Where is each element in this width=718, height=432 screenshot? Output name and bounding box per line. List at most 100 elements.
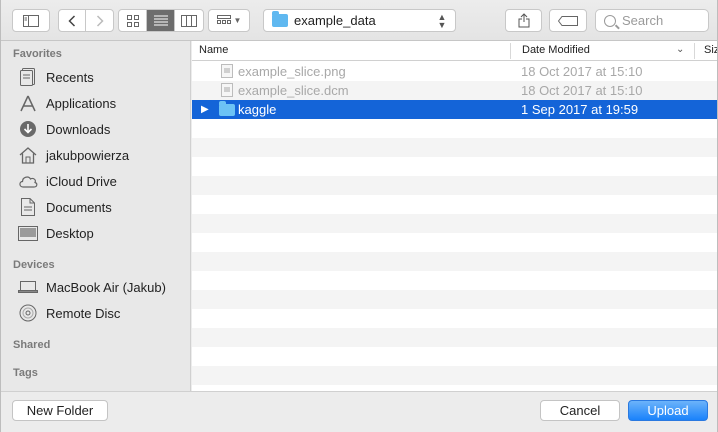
- empty-row: [192, 176, 717, 195]
- file-name: example_slice.dcm: [238, 83, 349, 98]
- sidebar-toggle-button[interactable]: [12, 9, 50, 32]
- empty-row: [192, 195, 717, 214]
- sidebar-item-label: jakubpowierza: [46, 147, 130, 163]
- folder-icon: [272, 11, 288, 27]
- back-forward-control: [58, 9, 114, 32]
- file-date: 1 Sep 2017 at 19:59: [521, 102, 639, 117]
- column-header-date-modified[interactable]: Date Modified: [522, 44, 590, 56]
- file-list: Name Date Modified ⌄ Siz example_slice.p…: [192, 41, 717, 391]
- desktop-icon: [18, 224, 38, 242]
- search-icon: [604, 14, 616, 27]
- empty-row: [192, 119, 717, 138]
- disclosure-triangle-icon[interactable]: ▶: [201, 104, 209, 115]
- sidebar-item-label: Applications: [46, 95, 117, 111]
- column-divider[interactable]: [694, 43, 695, 59]
- table-row[interactable]: ▶ kaggle 1 Sep 2017 at 19:59: [192, 100, 717, 119]
- disc-icon: [18, 304, 38, 322]
- sidebar-item-label: Desktop: [46, 225, 94, 241]
- empty-row: [192, 347, 717, 366]
- sidebar-item-label: Documents: [46, 199, 112, 215]
- sidebar-toggle-icon: [23, 14, 39, 27]
- sidebar-item-label: iCloud Drive: [46, 173, 117, 189]
- list-header: Name Date Modified ⌄ Siz: [192, 41, 717, 61]
- recents-icon: [18, 68, 38, 86]
- cloud-icon: [18, 172, 38, 190]
- sidebar-item-home[interactable]: jakubpowierza: [18, 145, 129, 165]
- file-date: 18 Oct 2017 at 15:10: [521, 64, 643, 79]
- table-row: example_slice.png 18 Oct 2017 at 15:10: [192, 62, 717, 81]
- favorites-heading: Favorites: [13, 48, 62, 60]
- updown-chevron-icon: ▲ ▼: [437, 11, 447, 30]
- sidebar-item-remote-disc[interactable]: Remote Disc: [18, 303, 120, 323]
- sidebar-item-label: Downloads: [46, 121, 111, 137]
- empty-row: [192, 214, 717, 233]
- sidebar-item-icloud-drive[interactable]: iCloud Drive: [18, 171, 117, 191]
- search-placeholder: Search: [622, 13, 664, 28]
- new-folder-button[interactable]: New Folder: [12, 400, 108, 421]
- search-field[interactable]: Search: [595, 9, 709, 32]
- view-mode-control: [118, 9, 204, 32]
- empty-row: [192, 290, 717, 309]
- applications-icon: [18, 94, 38, 112]
- share-icon: [518, 13, 529, 28]
- column-view-button[interactable]: [175, 10, 203, 31]
- list-view-icon: [153, 15, 168, 26]
- forward-icon: [96, 14, 104, 27]
- column-header-name[interactable]: Name: [199, 44, 228, 56]
- document-file-icon: [221, 83, 233, 97]
- back-button[interactable]: [59, 10, 86, 31]
- location-popup[interactable]: example_data ▲ ▼: [263, 9, 456, 32]
- documents-icon: [18, 198, 38, 216]
- sidebar-item-recents[interactable]: Recents: [18, 67, 94, 87]
- sidebar-item-macbook-air[interactable]: MacBook Air (Jakub): [18, 277, 166, 297]
- file-name: example_slice.png: [238, 64, 346, 79]
- sidebar-item-applications[interactable]: Applications: [18, 93, 116, 113]
- sidebar-item-desktop[interactable]: Desktop: [18, 223, 94, 243]
- sidebar: Favorites Recents Applications Downloads…: [1, 41, 191, 391]
- empty-row: [192, 157, 717, 176]
- empty-row: [192, 328, 717, 347]
- sidebar-item-downloads[interactable]: Downloads: [18, 119, 110, 139]
- chevron-down-icon: ▼: [233, 16, 242, 25]
- folder-icon: [219, 101, 235, 116]
- empty-row: [192, 138, 717, 157]
- devices-heading: Devices: [13, 259, 55, 271]
- back-icon: [68, 14, 76, 27]
- icon-view-button[interactable]: [119, 10, 147, 31]
- sidebar-item-label: Remote Disc: [46, 305, 121, 321]
- image-file-icon: [221, 64, 233, 78]
- icon-view-icon: [126, 14, 139, 27]
- location-label: example_data: [294, 13, 376, 28]
- list-view-button[interactable]: [147, 10, 175, 31]
- column-view-icon: [181, 14, 197, 27]
- cancel-button[interactable]: Cancel: [540, 400, 620, 421]
- arrange-icon: [216, 14, 231, 24]
- downloads-icon: [18, 120, 38, 138]
- empty-row: [192, 271, 717, 290]
- shared-heading: Shared: [13, 339, 51, 351]
- laptop-icon: [18, 278, 38, 296]
- table-row: example_slice.dcm 18 Oct 2017 at 15:10: [192, 81, 717, 100]
- empty-row: [192, 366, 717, 385]
- bottom-bar: New Folder Cancel Upload: [1, 391, 717, 432]
- empty-row: [192, 233, 717, 252]
- toolbar: ▼ example_data ▲ ▼ Search: [1, 0, 717, 41]
- empty-row: [192, 309, 717, 328]
- sidebar-item-documents[interactable]: Documents: [18, 197, 112, 217]
- column-divider[interactable]: [510, 43, 511, 59]
- tag-button[interactable]: [549, 9, 587, 32]
- sidebar-item-label: Recents: [46, 69, 94, 85]
- home-icon: [18, 146, 38, 164]
- arrange-button[interactable]: ▼: [208, 9, 250, 32]
- upload-button[interactable]: Upload: [628, 400, 708, 421]
- column-header-size[interactable]: Siz: [704, 44, 717, 56]
- forward-button[interactable]: [86, 10, 113, 31]
- sort-chevron-icon: ⌄: [676, 44, 685, 55]
- file-name: kaggle: [238, 102, 277, 117]
- file-upload-dialog: ▼ example_data ▲ ▼ Search Favorites Recen…: [0, 0, 718, 432]
- empty-row: [192, 252, 717, 271]
- share-button[interactable]: [505, 9, 542, 32]
- sidebar-item-label: MacBook Air (Jakub): [46, 279, 166, 295]
- file-rows: example_slice.png 18 Oct 2017 at 15:10 e…: [192, 62, 717, 385]
- tags-heading: Tags: [13, 367, 38, 379]
